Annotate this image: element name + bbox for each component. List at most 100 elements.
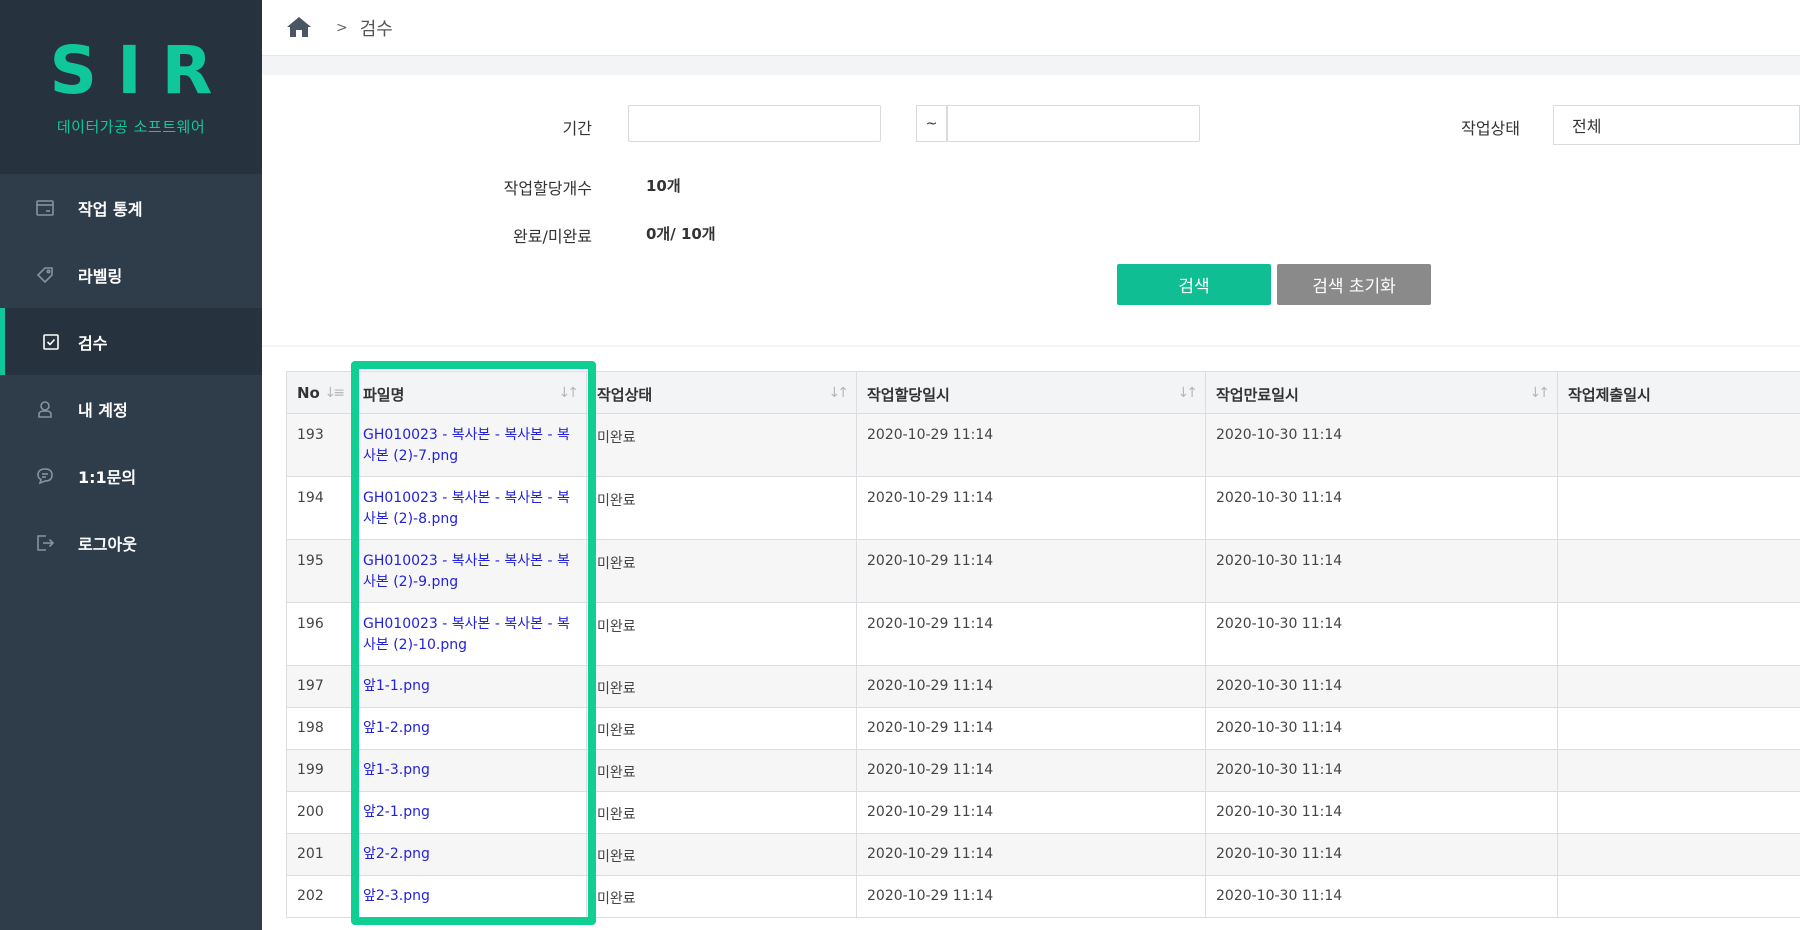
sidebar-item-label: 라벨링: [78, 266, 123, 286]
logout-icon: [34, 532, 56, 554]
cell-submitted: [1557, 833, 1800, 876]
cell-status: 미완료: [586, 476, 857, 540]
table-row[interactable]: 200 앞2-1.png 미완료 2020-10-29 11:14 2020-1…: [286, 791, 1800, 834]
period-label: 기간: [562, 119, 592, 138]
sidebar-item-logout[interactable]: 로그아웃: [0, 509, 262, 576]
table-row[interactable]: 194 GH010023 - 복사본 - 복사본 - 복사본 (2)-8.png…: [286, 476, 1800, 540]
cell-no: 199: [286, 749, 353, 792]
cell-status: 미완료: [586, 413, 857, 477]
sidebar-item-review[interactable]: 검수: [0, 308, 262, 375]
breadcrumb-current: 검수: [359, 18, 393, 40]
cell-expires: 2020-10-30 11:14: [1205, 539, 1558, 603]
cell-submitted: [1557, 665, 1800, 708]
table-row[interactable]: 193 GH010023 - 복사본 - 복사본 - 복사본 (2)-7.png…: [286, 413, 1800, 477]
cell-assigned: 2020-10-29 11:14: [856, 749, 1206, 792]
cell-assigned: 2020-10-29 11:14: [856, 413, 1206, 477]
sidebar-item-label: 작업 통계: [78, 199, 143, 219]
sidebar-nav: 작업 통계 라벨링 검수 내 계정 1:1문의 로그아웃: [0, 174, 262, 576]
cell-submitted: [1557, 539, 1800, 603]
assigned-count-value: 10개: [646, 177, 681, 195]
table-row[interactable]: 199 앞1-3.png 미완료 2020-10-29 11:14 2020-1…: [286, 749, 1800, 792]
sidebar: SIR 데이터가공 소프트웨어 작업 통계 라벨링 검수 내 계정 1:1문의 …: [0, 0, 262, 930]
cell-no: 196: [286, 602, 353, 666]
period-from-input[interactable]: [628, 105, 881, 142]
file-link[interactable]: 앞1-2.png: [363, 720, 430, 736]
sort-icon[interactable]: ↓↑: [1178, 385, 1199, 401]
col-header-no[interactable]: No ↓≡: [286, 371, 353, 414]
table-row[interactable]: 196 GH010023 - 복사본 - 복사본 - 복사본 (2)-10.pn…: [286, 602, 1800, 666]
file-link[interactable]: 앞1-1.png: [363, 678, 430, 694]
reset-search-button[interactable]: 검색 초기화: [1277, 264, 1431, 305]
file-link[interactable]: GH010023 - 복사본 - 복사본 - 복사본 (2)-10.png: [363, 616, 570, 653]
cell-expires: 2020-10-30 11:14: [1205, 602, 1558, 666]
cell-no: 200: [286, 791, 353, 834]
calendar-stats-icon: [34, 197, 56, 219]
sidebar-item-inquiry[interactable]: 1:1문의: [0, 442, 262, 509]
col-header-submitted[interactable]: 작업제출일시: [1557, 371, 1800, 414]
table-row[interactable]: 202 앞2-3.png 미완료 2020-10-29 11:14 2020-1…: [286, 875, 1800, 918]
table-row[interactable]: 197 앞1-1.png 미완료 2020-10-29 11:14 2020-1…: [286, 665, 1800, 708]
file-link[interactable]: 앞1-3.png: [363, 762, 430, 778]
table-row[interactable]: 195 GH010023 - 복사본 - 복사본 - 복사본 (2)-9.png…: [286, 539, 1800, 603]
cell-status: 미완료: [586, 749, 857, 792]
cell-assigned: 2020-10-29 11:14: [856, 791, 1206, 834]
cell-submitted: [1557, 749, 1800, 792]
sort-icon[interactable]: ↓↑: [559, 385, 580, 401]
brand-logo[interactable]: SIR 데이터가공 소프트웨어: [0, 0, 262, 174]
cell-expires: 2020-10-30 11:14: [1205, 833, 1558, 876]
brand-subtitle: 데이터가공 소프트웨어: [56, 117, 206, 136]
search-button[interactable]: 검색: [1117, 264, 1271, 305]
cell-no: 195: [286, 539, 353, 603]
sidebar-item-label: 검수: [78, 333, 108, 353]
cell-no: 194: [286, 476, 353, 540]
cell-no: 193: [286, 413, 353, 477]
table-row[interactable]: 201 앞2-2.png 미완료 2020-10-29 11:14 2020-1…: [286, 833, 1800, 876]
cell-submitted: [1557, 413, 1800, 477]
cell-expires: 2020-10-30 11:14: [1205, 707, 1558, 750]
table-header-row: No ↓≡ 파일명 ↓↑ 작업상태 ↓↑ 작업할당일시 ↓↑ 작업만료일시 ↓↑ 작업제출…: [286, 371, 1800, 414]
cell-assigned: 2020-10-29 11:14: [856, 875, 1206, 918]
assigned-count-label: 작업할당개수: [503, 179, 592, 198]
file-link[interactable]: 앞2-1.png: [363, 804, 430, 820]
user-icon: [34, 398, 56, 420]
file-link[interactable]: GH010023 - 복사본 - 복사본 - 복사본 (2)-7.png: [363, 427, 570, 464]
col-header-filename[interactable]: 파일명 ↓↑: [352, 371, 587, 414]
table-row[interactable]: 198 앞1-2.png 미완료 2020-10-29 11:14 2020-1…: [286, 707, 1800, 750]
cell-expires: 2020-10-30 11:14: [1205, 665, 1558, 708]
cell-no: 197: [286, 665, 353, 708]
home-icon[interactable]: [286, 16, 314, 40]
cell-status: 미완료: [586, 665, 857, 708]
status-select[interactable]: 전체: [1553, 105, 1800, 145]
period-to-input[interactable]: [947, 105, 1200, 142]
sort-icon[interactable]: ↓↑: [829, 385, 850, 401]
file-link[interactable]: 앞2-2.png: [363, 846, 430, 862]
tag-icon: [34, 264, 56, 286]
done-count-value: 0개/ 10개: [646, 225, 716, 243]
cell-submitted: [1557, 791, 1800, 834]
col-header-assigned[interactable]: 작업할당일시 ↓↑: [856, 371, 1206, 414]
breadcrumb: > 검수: [262, 0, 1800, 56]
cell-status: 미완료: [586, 875, 857, 918]
sidebar-item-label: 1:1문의: [78, 467, 137, 487]
file-link[interactable]: GH010023 - 복사본 - 복사본 - 복사본 (2)-9.png: [363, 553, 570, 590]
chat-icon: [34, 465, 56, 487]
file-link[interactable]: GH010023 - 복사본 - 복사본 - 복사본 (2)-8.png: [363, 490, 570, 527]
sidebar-item-label: 내 계정: [78, 400, 128, 420]
sidebar-item-labeling[interactable]: 라벨링: [0, 241, 262, 308]
cell-assigned: 2020-10-29 11:14: [856, 665, 1206, 708]
cell-no: 202: [286, 875, 353, 918]
sort-icon[interactable]: ↓≡: [325, 385, 346, 401]
sort-icon[interactable]: ↓↑: [1530, 385, 1551, 401]
cell-expires: 2020-10-30 11:14: [1205, 749, 1558, 792]
sidebar-item-stats[interactable]: 작업 통계: [0, 174, 262, 241]
col-header-expires[interactable]: 작업만료일시 ↓↑: [1205, 371, 1558, 414]
checkbox-icon: [40, 331, 62, 353]
cell-submitted: [1557, 602, 1800, 666]
task-table: No ↓≡ 파일명 ↓↑ 작업상태 ↓↑ 작업할당일시 ↓↑ 작업만료일시 ↓↑ 작업제출…: [286, 371, 1800, 918]
cell-status: 미완료: [586, 539, 857, 603]
period-tilde: ~: [916, 105, 947, 142]
sidebar-item-account[interactable]: 내 계정: [0, 375, 262, 442]
file-link[interactable]: 앞2-3.png: [363, 888, 430, 904]
col-header-status[interactable]: 작업상태 ↓↑: [586, 371, 857, 414]
cell-assigned: 2020-10-29 11:14: [856, 602, 1206, 666]
